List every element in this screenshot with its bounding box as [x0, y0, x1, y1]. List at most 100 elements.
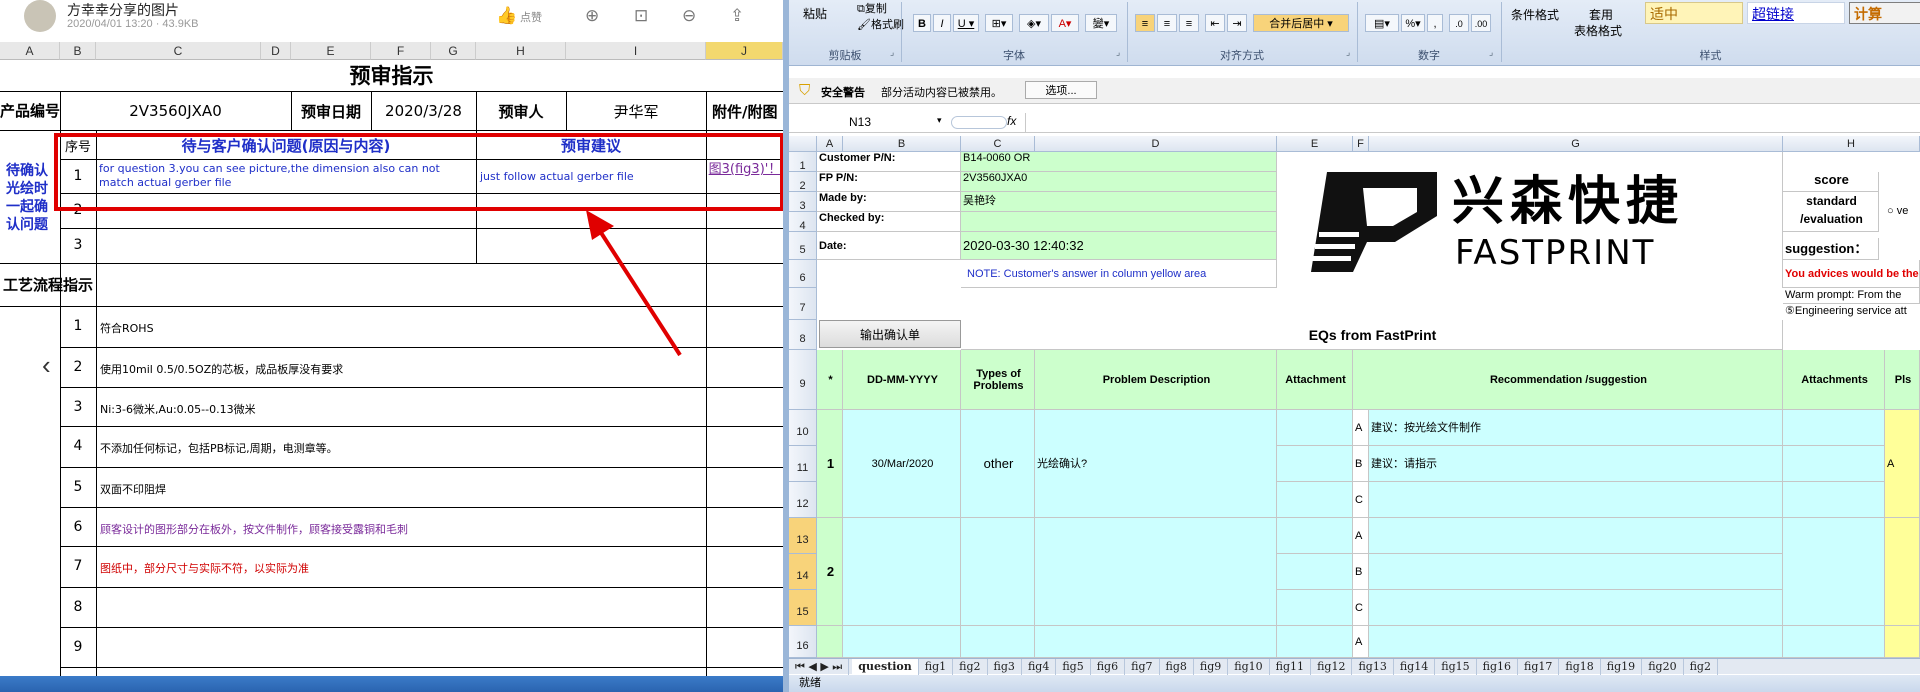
customer-pn-value[interactable]: B14-0060 OR: [961, 152, 1277, 172]
eq1-desc[interactable]: 光绘确认?: [1035, 410, 1277, 518]
format-painter-button[interactable]: 🖌格式刷: [857, 16, 904, 32]
eq1-attach-a[interactable]: [1277, 410, 1353, 446]
row-header[interactable]: 4: [789, 212, 817, 232]
eq2-sugg-b[interactable]: [1369, 554, 1783, 590]
font-color-button[interactable]: A▾: [1051, 14, 1079, 32]
sheet-tab[interactable]: fig1: [919, 659, 954, 675]
row-header[interactable]: 9: [789, 350, 817, 410]
eq2-attach-b[interactable]: [1277, 554, 1353, 590]
eq3-attach[interactable]: [1277, 626, 1353, 658]
eq3-desc[interactable]: [1035, 626, 1277, 658]
eq2-sugg-c[interactable]: [1369, 590, 1783, 626]
sheet-tab[interactable]: fig17: [1518, 659, 1560, 675]
sheet-tab[interactable]: fig11: [1270, 659, 1312, 675]
font-launcher-icon[interactable]: ⌟: [1116, 47, 1120, 58]
eq3-answer[interactable]: [1885, 626, 1920, 658]
eq2-attach-c[interactable]: [1277, 590, 1353, 626]
sheet-tab[interactable]: fig2: [953, 659, 988, 675]
sheet-tab[interactable]: question: [852, 659, 919, 675]
sheet-tab[interactable]: fig3: [988, 659, 1022, 675]
made-by-value[interactable]: 吴艳玲: [961, 192, 1277, 212]
align-left-button[interactable]: ≡: [1135, 14, 1155, 32]
decrease-decimal-button[interactable]: .00: [1471, 14, 1491, 32]
fp-pn-value[interactable]: 2V3560JXA0: [961, 172, 1277, 192]
sheet-tab[interactable]: fig18: [1559, 659, 1601, 675]
row-header[interactable]: 6: [789, 260, 817, 288]
merge-center-button[interactable]: 合并后居中 ▾: [1253, 14, 1349, 32]
xcol-c[interactable]: C: [961, 136, 1035, 152]
share-icon[interactable]: ⇪: [730, 6, 744, 26]
eq2-sugg-a[interactable]: [1369, 518, 1783, 554]
name-box-dropdown-icon[interactable]: ▾: [937, 115, 942, 126]
xcol-h[interactable]: H: [1783, 136, 1920, 152]
eq1-answer[interactable]: A: [1885, 410, 1920, 518]
percent-button[interactable]: %▾: [1401, 14, 1425, 32]
eq1-attachments-b[interactable]: [1783, 446, 1885, 482]
eq3-sugg-a[interactable]: [1369, 626, 1783, 658]
eq3-date[interactable]: [843, 626, 961, 658]
sheet-tab[interactable]: fig14: [1394, 659, 1436, 675]
eq2-desc[interactable]: [1035, 518, 1277, 626]
row-header[interactable]: 11: [789, 446, 817, 482]
clipboard-launcher-icon[interactable]: ⌟: [890, 47, 894, 58]
eq1-type[interactable]: other: [961, 410, 1035, 518]
row-header[interactable]: 2: [789, 172, 817, 192]
number-launcher-icon[interactable]: ⌟: [1489, 47, 1493, 58]
borders-button[interactable]: ⊞▾: [985, 14, 1013, 32]
fill-color-button[interactable]: ◈▾: [1019, 14, 1049, 32]
underline-button[interactable]: U ▾: [953, 14, 979, 32]
currency-button[interactable]: ▤▾: [1365, 14, 1399, 32]
sheet-tab[interactable]: fig15: [1435, 659, 1477, 675]
date-value[interactable]: 2020-03-30 12:40:32: [961, 232, 1277, 260]
sheet-tab[interactable]: fig7: [1125, 659, 1160, 675]
row-header[interactable]: 10: [789, 410, 817, 446]
sheet-tab[interactable]: fig8: [1160, 659, 1194, 675]
italic-button[interactable]: I: [933, 14, 951, 32]
avatar[interactable]: [24, 0, 56, 32]
style-calc[interactable]: 计算: [1849, 2, 1920, 24]
zoom-out-icon[interactable]: ⊖: [682, 6, 696, 26]
apply-table-button[interactable]: 套用: [1589, 6, 1613, 23]
phonetic-button[interactable]: 變▾: [1085, 14, 1117, 32]
xcol-b[interactable]: B: [843, 136, 961, 152]
eq1-sugg-b[interactable]: 建议：请指示: [1369, 446, 1783, 482]
table-format-label[interactable]: 表格格式: [1574, 22, 1622, 39]
copy-button[interactable]: ⧉复制: [857, 0, 887, 16]
increase-indent-button[interactable]: ⇥: [1227, 14, 1247, 32]
row-header[interactable]: 5: [789, 232, 817, 260]
eq2-attach-a[interactable]: [1277, 518, 1353, 554]
checked-by-value[interactable]: [961, 212, 1277, 232]
zoom-in-icon[interactable]: ⊕: [585, 6, 599, 26]
eq2-date[interactable]: [843, 518, 961, 626]
sheet-tab[interactable]: fig6: [1091, 659, 1126, 675]
row-header[interactable]: 16: [789, 626, 817, 658]
eq1-attachments-a[interactable]: [1783, 410, 1885, 446]
eq1-attach-c[interactable]: [1277, 482, 1353, 518]
original-size-icon[interactable]: ⊡: [634, 6, 648, 26]
name-box[interactable]: N13: [849, 115, 949, 129]
eq2-attachments[interactable]: [1783, 518, 1885, 626]
xcol-d[interactable]: D: [1035, 136, 1277, 152]
formula-expand-handle[interactable]: [951, 116, 1007, 129]
formula-input[interactable]: [1025, 113, 1920, 133]
row-header[interactable]: 8: [789, 320, 817, 350]
row-header[interactable]: 14: [789, 554, 817, 590]
alignment-launcher-icon[interactable]: ⌟: [1346, 47, 1350, 58]
tab-nav-arrows[interactable]: ⏮ ◀ ▶ ⏭: [789, 659, 850, 675]
sheet-tab[interactable]: fig4: [1022, 659, 1057, 675]
evaluation-radio[interactable]: ○ ve: [1887, 205, 1908, 217]
row-header[interactable]: 15: [789, 590, 817, 626]
sheet-tab[interactable]: fig13: [1352, 659, 1394, 675]
align-center-button[interactable]: ≡: [1157, 14, 1177, 32]
xcol-f[interactable]: F: [1353, 136, 1369, 152]
thumbs-up-icon[interactable]: 👍: [496, 6, 517, 26]
row-header[interactable]: 12: [789, 482, 817, 518]
paste-button[interactable]: 粘贴: [803, 5, 827, 22]
export-confirm-button[interactable]: 输出确认单: [819, 320, 961, 348]
row-header[interactable]: 1: [789, 152, 817, 172]
eq3-type[interactable]: [961, 626, 1035, 658]
sheet-tab[interactable]: fig20: [1642, 659, 1684, 675]
sheet-tab[interactable]: fig16: [1477, 659, 1519, 675]
increase-decimal-button[interactable]: .0: [1449, 14, 1469, 32]
row-header[interactable]: 13: [789, 518, 817, 554]
